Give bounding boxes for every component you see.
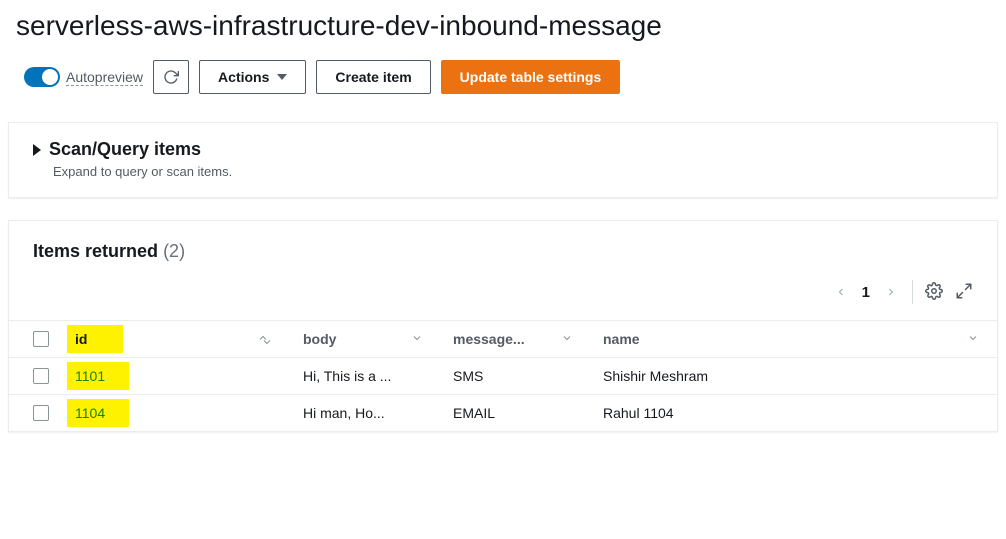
create-item-button[interactable]: Create item [316, 60, 430, 94]
row-message: SMS [441, 358, 591, 395]
autopreview-label: Autopreview [66, 69, 143, 86]
page-next-button[interactable] [882, 283, 900, 301]
header-checkbox-cell [9, 321, 61, 358]
actions-button[interactable]: Actions [199, 60, 306, 94]
page-title: serverless-aws-infrastructure-dev-inboun… [16, 10, 998, 42]
row-body: Hi man, Ho... [291, 395, 441, 432]
column-body-label: body [303, 331, 336, 347]
sort-icon [561, 331, 573, 347]
settings-gear-button[interactable] [925, 282, 943, 303]
column-header-name[interactable]: name [591, 321, 997, 358]
page-prev-button[interactable] [832, 283, 850, 301]
triangle-right-icon [33, 144, 41, 156]
toolbar: Autopreview Actions Create item Update t… [24, 60, 998, 94]
items-panel: Items returned (2) 1 id [8, 220, 998, 432]
actions-label: Actions [218, 69, 269, 85]
row-id-link[interactable]: 1104 [75, 405, 105, 421]
items-count: (2) [163, 241, 185, 261]
scan-query-toggle[interactable]: Scan/Query items [33, 139, 973, 160]
column-message-label: message... [453, 331, 525, 347]
divider [912, 280, 913, 304]
gear-icon [925, 282, 943, 300]
update-settings-label: Update table settings [460, 69, 602, 85]
scan-query-subtitle: Expand to query or scan items. [53, 164, 973, 179]
column-header-body[interactable]: body [291, 321, 441, 358]
update-settings-button[interactable]: Update table settings [441, 60, 621, 94]
autopreview-toggle[interactable] [24, 67, 60, 87]
items-table: id body message... [9, 320, 997, 431]
page-number: 1 [862, 284, 870, 301]
table-controls: 1 [9, 280, 997, 320]
row-id-link[interactable]: 1101 [75, 368, 105, 384]
expand-icon [955, 282, 973, 300]
fullscreen-button[interactable] [955, 282, 973, 303]
row-name: Shishir Meshram [591, 358, 997, 395]
refresh-button[interactable] [153, 60, 189, 94]
items-header: Items returned (2) [9, 241, 997, 280]
column-header-id[interactable]: id [61, 321, 291, 358]
row-checkbox[interactable] [33, 405, 49, 421]
sort-icon [967, 331, 979, 347]
caret-down-icon [277, 74, 287, 80]
column-name-label: name [603, 331, 640, 347]
scan-query-title: Scan/Query items [49, 139, 201, 160]
row-body: Hi, This is a ... [291, 358, 441, 395]
sort-icon [257, 331, 273, 347]
scan-query-panel: Scan/Query items Expand to query or scan… [8, 122, 998, 198]
select-all-checkbox[interactable] [33, 331, 49, 347]
row-name: Rahul 1104 [591, 395, 997, 432]
column-id-label: id [67, 325, 123, 353]
refresh-icon [163, 69, 179, 85]
items-header-text: Items returned [33, 241, 158, 261]
table-row: 1104 Hi man, Ho... EMAIL Rahul 1104 [9, 395, 997, 432]
column-header-message[interactable]: message... [441, 321, 591, 358]
row-message: EMAIL [441, 395, 591, 432]
create-item-label: Create item [335, 69, 411, 85]
autopreview-toggle-wrap: Autopreview [24, 67, 143, 87]
sort-icon [411, 331, 423, 347]
table-row: 1101 Hi, This is a ... SMS Shishir Meshr… [9, 358, 997, 395]
row-checkbox[interactable] [33, 368, 49, 384]
